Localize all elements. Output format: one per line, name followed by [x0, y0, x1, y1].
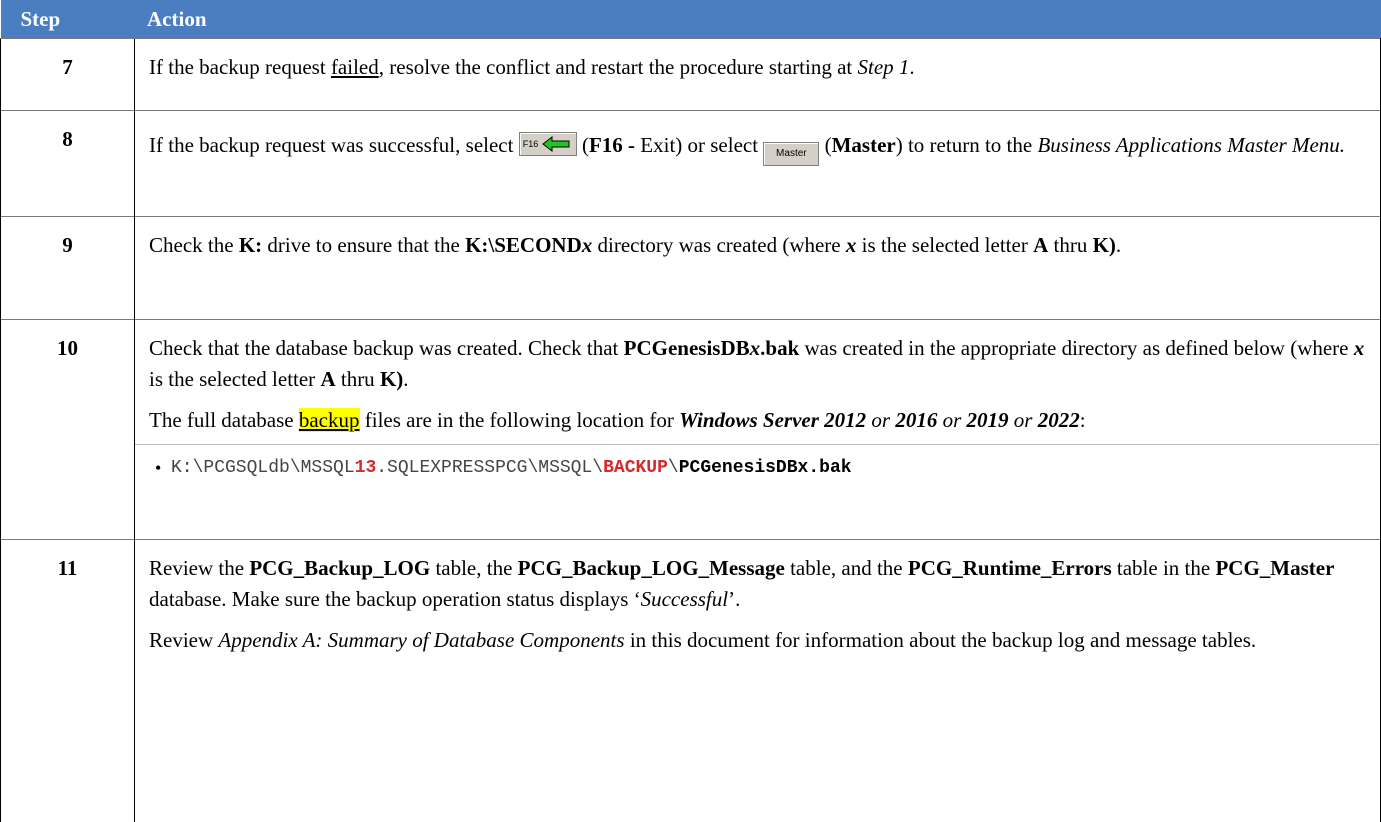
step-reference: Step 1 [857, 55, 910, 79]
action-text: The full database backup files are in th… [149, 408, 1086, 432]
step-row-8: 8 If the backup request was successful, … [0, 110, 1381, 217]
step-number: 9 [0, 216, 135, 320]
action-text: If the backup request was successful, se… [149, 130, 1366, 166]
table-header-row: Step Action [0, 0, 1381, 39]
divider [135, 444, 1380, 445]
action-text: If the backup request failed, resolve th… [149, 55, 915, 79]
step-action: Review the PCG_Backup_LOG table, the PCG… [134, 539, 1381, 822]
action-text: Review Appendix A: Summary of Database C… [149, 628, 1257, 652]
menu-reference: Business Applications Master Menu. [1037, 133, 1346, 157]
step-row-11: 11 Review the PCG_Backup_LOG table, the … [0, 539, 1381, 822]
appendix-reference: Appendix A: Summary of Database Componen… [218, 628, 625, 652]
action-text: Check the K: drive to ensure that the K:… [149, 233, 1122, 257]
step-action: Check the K: drive to ensure that the K:… [134, 216, 1381, 320]
backup-path: K:\PCGSQLdb\MSSQL13.SQLEXPRESSPCG\MSSQL\… [171, 453, 1366, 484]
step-action: If the backup request was successful, se… [134, 110, 1381, 217]
backup-highlight: backup [298, 408, 360, 432]
step-number: 10 [0, 319, 135, 540]
action-text: Review the PCG_Backup_LOG table, the PCG… [149, 556, 1335, 611]
master-button[interactable]: Master [763, 142, 820, 166]
header-step: Step [0, 0, 135, 39]
step-number: 7 [0, 38, 135, 111]
step-number: 11 [0, 539, 135, 822]
step-row-7: 7 If the backup request failed, resolve … [0, 38, 1381, 111]
exit-arrow-icon [541, 136, 570, 152]
step-action: Check that the database backup was creat… [134, 319, 1381, 540]
action-text: Check that the database backup was creat… [149, 336, 1365, 391]
step-number: 8 [0, 110, 135, 217]
step-row-9: 9 Check the K: drive to ensure that the … [0, 216, 1381, 320]
f16-exit-button[interactable]: F16 [518, 132, 577, 156]
step-row-10: 10 Check that the database backup was cr… [0, 319, 1381, 540]
procedure-table: Step Action 7 If the backup request fail… [0, 0, 1381, 822]
failed-word: failed [330, 55, 379, 79]
header-action: Action [134, 0, 1381, 39]
step-action: If the backup request failed, resolve th… [134, 38, 1381, 111]
backup-path-list: K:\PCGSQLdb\MSSQL13.SQLEXPRESSPCG\MSSQL\… [149, 453, 1366, 484]
